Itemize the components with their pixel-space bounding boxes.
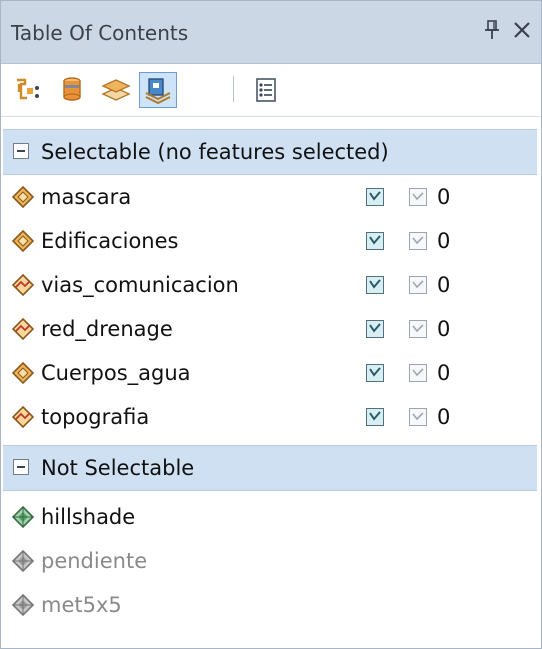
line-layer-icon xyxy=(11,317,35,341)
selected-count: 0 xyxy=(437,317,451,341)
layer-name: mascara xyxy=(41,185,132,209)
layer-name: red_drenage xyxy=(41,317,173,341)
list-by-selection-icon xyxy=(145,78,171,105)
polygon-layer-icon xyxy=(11,185,35,209)
show-selected-checkbox[interactable] xyxy=(409,188,427,206)
selected-count: 0 xyxy=(437,185,451,209)
list-by-drawing-order-icon xyxy=(17,78,39,100)
layer-name: pendiente xyxy=(41,549,148,573)
show-selected-checkbox[interactable] xyxy=(409,320,427,338)
options-button[interactable] xyxy=(247,72,285,108)
selectable-checkbox[interactable] xyxy=(366,408,384,426)
list-by-selection-button[interactable] xyxy=(139,72,177,108)
layer-row[interactable]: red_drenage 0 xyxy=(5,309,537,349)
layer-name: Edificaciones xyxy=(41,229,179,253)
panel-title: Table Of Contents xyxy=(11,21,189,45)
group-header-selectable[interactable]: Selectable (no features selected) xyxy=(3,129,537,175)
layer-row[interactable]: mascara 0 xyxy=(5,177,537,217)
layer-row[interactable]: Edificaciones 0 xyxy=(5,221,537,261)
selectable-checkbox[interactable] xyxy=(366,320,384,338)
list-by-source-icon xyxy=(63,77,81,101)
layer-row[interactable]: topografia 0 xyxy=(5,397,537,437)
show-selected-checkbox[interactable] xyxy=(409,408,427,426)
polygon-layer-icon xyxy=(11,361,35,385)
selected-count: 0 xyxy=(437,229,451,253)
list-by-source-button[interactable] xyxy=(53,72,91,108)
collapse-icon[interactable] xyxy=(13,459,29,475)
layer-row[interactable]: vias_comunicacion 0 xyxy=(5,265,537,305)
layer-name: vias_comunicacion xyxy=(41,273,239,297)
title-bar: Table Of Contents xyxy=(1,1,541,64)
raster-layer-icon xyxy=(11,505,35,529)
selected-count: 0 xyxy=(437,405,451,429)
collapse-icon[interactable] xyxy=(13,143,29,159)
raster-layer-icon xyxy=(11,549,35,573)
group-header-not-selectable[interactable]: Not Selectable xyxy=(3,445,537,491)
layer-row[interactable]: met5x5 xyxy=(5,585,537,625)
pin-icon[interactable] xyxy=(483,19,501,41)
raster-layer-icon xyxy=(11,593,35,617)
group-label: Not Selectable xyxy=(41,456,195,480)
table-of-contents-panel: Table Of Contents Selectable (no feature… xyxy=(0,0,542,649)
list-by-visibility-icon xyxy=(101,79,131,101)
selected-count: 0 xyxy=(437,361,451,385)
group-label: Selectable (no features selected) xyxy=(41,140,389,164)
close-icon[interactable] xyxy=(511,19,533,41)
selectable-checkbox[interactable] xyxy=(366,364,384,382)
selectable-checkbox[interactable] xyxy=(366,188,384,206)
line-layer-icon xyxy=(11,405,35,429)
layer-row[interactable]: hillshade xyxy=(5,497,537,537)
layer-name: topografia xyxy=(41,405,150,429)
list-by-visibility-button[interactable] xyxy=(97,72,135,108)
layer-name: hillshade xyxy=(41,505,136,529)
selectable-checkbox[interactable] xyxy=(366,276,384,294)
toolbar-separator xyxy=(233,76,234,102)
polygon-layer-icon xyxy=(11,229,35,253)
selected-count: 0 xyxy=(437,273,451,297)
show-selected-checkbox[interactable] xyxy=(409,276,427,294)
line-layer-icon xyxy=(11,273,35,297)
options-icon xyxy=(256,78,276,102)
layer-row[interactable]: pendiente xyxy=(5,541,537,581)
show-selected-checkbox[interactable] xyxy=(409,232,427,250)
selectable-checkbox[interactable] xyxy=(366,232,384,250)
toc-toolbar xyxy=(1,64,541,117)
layer-row[interactable]: Cuerpos_agua 0 xyxy=(5,353,537,393)
layer-name: Cuerpos_agua xyxy=(41,361,191,385)
show-selected-checkbox[interactable] xyxy=(409,364,427,382)
layer-name: met5x5 xyxy=(41,593,122,617)
list-by-drawing-order-button[interactable] xyxy=(9,72,47,108)
